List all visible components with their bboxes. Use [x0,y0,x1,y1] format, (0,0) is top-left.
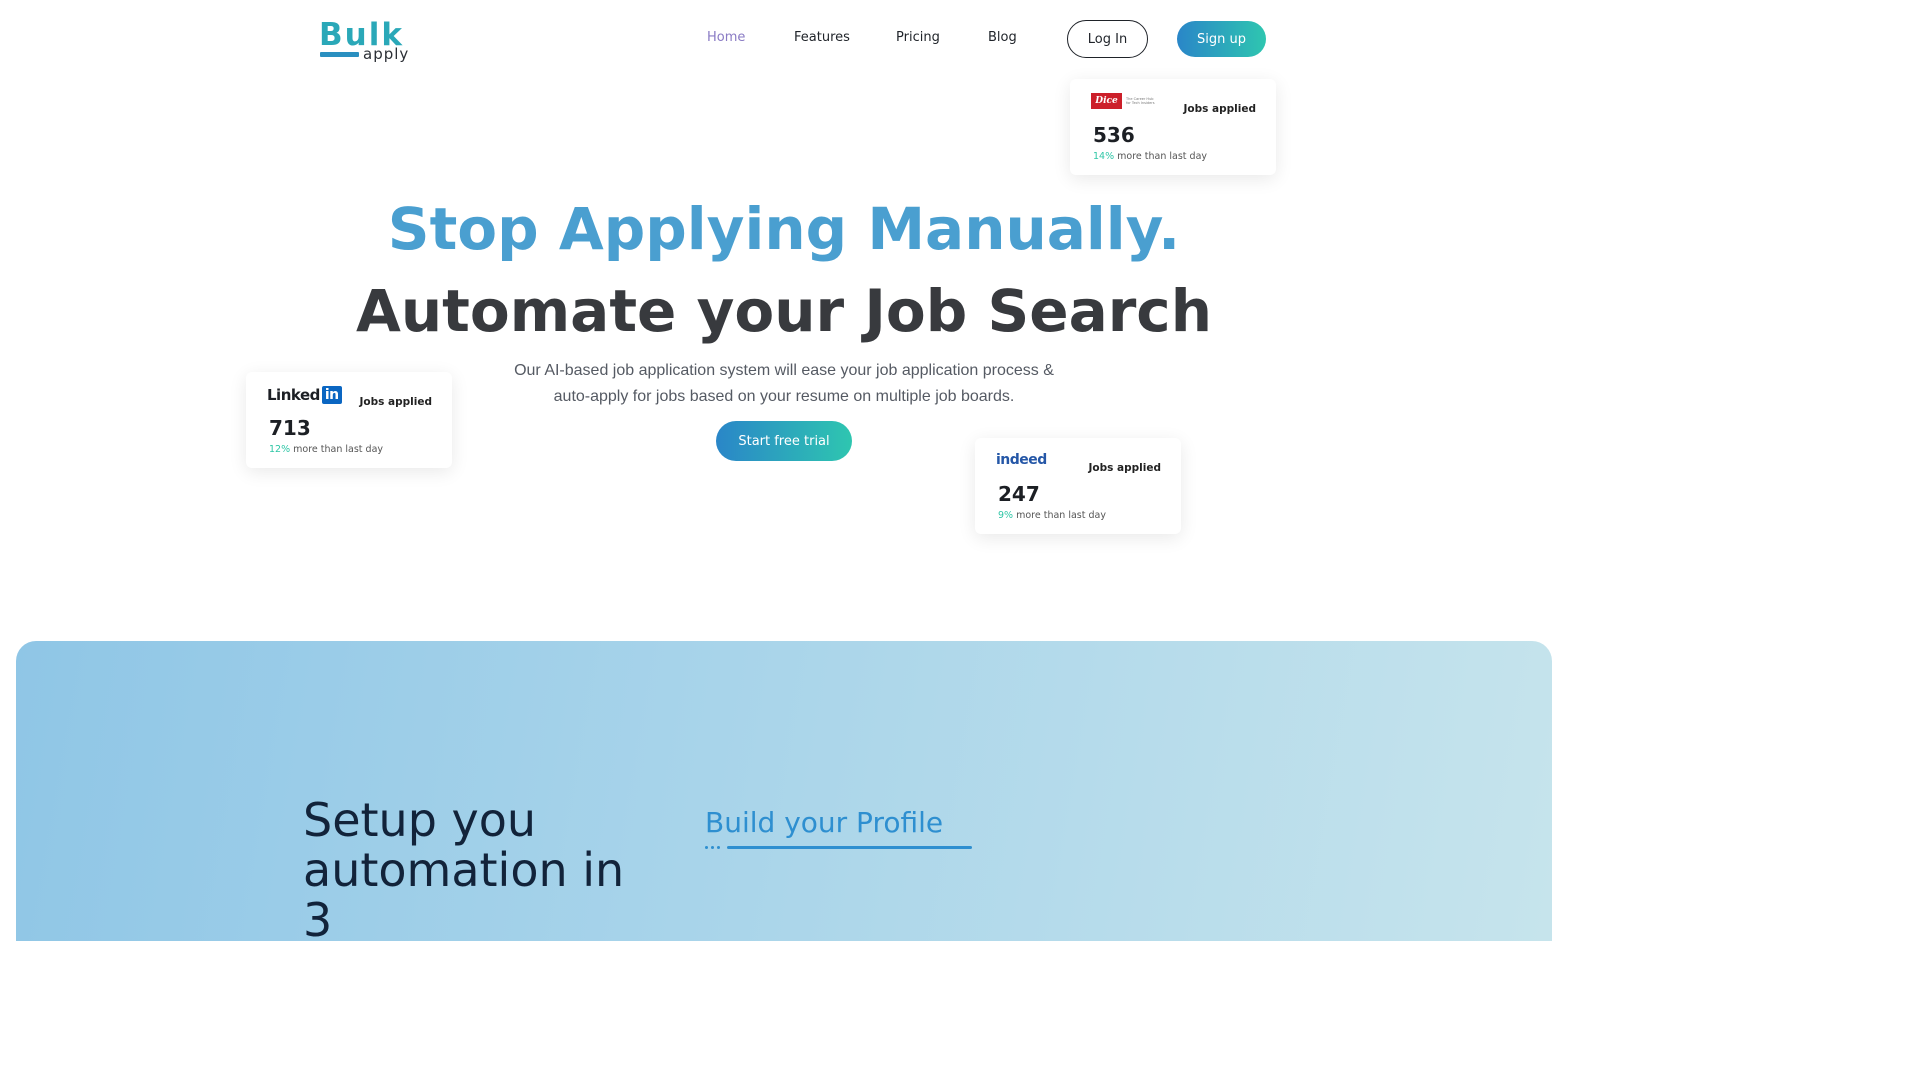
login-button[interactable]: Log In [1067,20,1148,58]
stat-card-indeed: indeed Jobs applied 247 9% more than las… [975,438,1181,534]
card-label: Jobs applied [1088,462,1162,474]
trend-text: more than last day [1114,151,1208,162]
steps-title: Setup you automation in 3 [303,793,625,947]
card-value: 713 [269,416,311,440]
stat-card-dice: Dice The Career Hub for Tech Insiders Jo… [1070,79,1276,175]
card-trend: 14% more than last day [1093,151,1207,162]
hero-description-line2: auto-apply for jobs based on your resume… [553,387,1015,405]
start-free-trial-button[interactable]: Start free trial [716,421,852,461]
logo-bar [320,52,359,57]
indeed-logo: indeed [996,452,1047,468]
hero-description-line1: Our AI-based job application system will… [514,362,1054,379]
logo-subtext: apply [363,45,410,63]
card-trend: 12% more than last day [269,444,383,455]
card-label: Jobs applied [359,396,433,408]
nav-blog[interactable]: Blog [988,30,1017,45]
hero-subheadline: Automate your Job Search [356,277,1212,345]
linkedin-logo: Linked in [267,386,342,404]
card-trend: 9% more than last day [998,510,1106,521]
card-value: 247 [998,482,1040,506]
stat-card-linkedin: Linked in Jobs applied 713 12% more than … [246,372,452,468]
hero-description: Our AI-based job application system will… [484,358,1084,409]
card-value: 536 [1093,123,1135,147]
card-label: Jobs applied [1183,103,1257,115]
trend-percent: 12% [269,444,291,455]
tab-indicator-dots [705,846,720,849]
linkedin-logo-badge: in [321,386,342,404]
hero-headline: Stop Applying Manually. [387,195,1181,263]
nav-home[interactable]: Home [707,30,745,45]
tab-active-underline [727,846,972,849]
signup-button[interactable]: Sign up [1177,21,1266,57]
nav-pricing[interactable]: Pricing [896,30,940,45]
tab-build-profile[interactable]: Build your Profile [705,806,943,840]
trend-text: more than last day [1013,510,1106,521]
dice-logo-mark: Dice [1091,93,1122,109]
logo[interactable]: Bulk apply [319,18,419,66]
dice-logo: Dice The Career Hub for Tech Insiders [1091,93,1158,109]
trend-text: more than last day [290,444,384,455]
steps-section [16,641,1552,941]
linkedin-logo-text: Linked [267,386,320,404]
trend-percent: 14% [1093,151,1115,162]
trend-percent: 9% [998,510,1014,521]
dice-logo-tagline: The Career Hub for Tech Insiders [1126,97,1155,105]
nav-features[interactable]: Features [794,30,850,45]
